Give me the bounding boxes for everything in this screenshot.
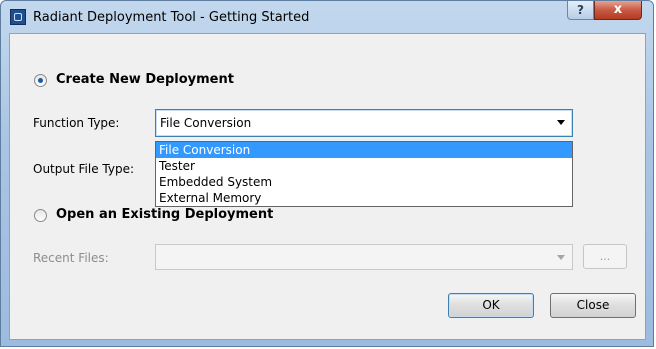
window-close-button[interactable]: x — [594, 1, 642, 20]
chevron-down-icon[interactable] — [557, 120, 565, 125]
help-button[interactable]: ? — [567, 1, 594, 20]
open-existing-deployment-radio[interactable] — [34, 209, 47, 222]
recent-files-combo[interactable] — [155, 244, 573, 270]
create-new-deployment-label[interactable]: Create New Deployment — [56, 72, 234, 87]
function-type-dropdown-list[interactable]: File Conversion Tester Embedded System E… — [155, 141, 573, 207]
ok-button[interactable]: OK — [448, 293, 534, 318]
function-type-label: Function Type: — [33, 116, 120, 130]
dropdown-option[interactable]: Embedded System — [156, 174, 572, 190]
title-bar[interactable]: Radiant Deployment Tool - Getting Starte… — [1, 1, 653, 33]
dropdown-option[interactable]: Tester — [156, 158, 572, 174]
output-file-type-label: Output File Type: — [33, 162, 134, 176]
window-title: Radiant Deployment Tool - Getting Starte… — [33, 10, 310, 25]
function-type-value: File Conversion — [160, 116, 252, 130]
create-new-deployment-radio[interactable] — [34, 74, 47, 87]
close-button[interactable]: Close — [550, 293, 636, 318]
function-type-combo[interactable]: File Conversion — [155, 109, 573, 137]
dropdown-option[interactable]: File Conversion — [156, 142, 572, 158]
open-existing-deployment-label[interactable]: Open an Existing Deployment — [56, 207, 273, 222]
recent-files-label: Recent Files: — [33, 251, 109, 265]
browse-button[interactable]: ... — [583, 244, 627, 269]
chevron-down-icon[interactable] — [557, 255, 565, 260]
dropdown-option[interactable]: External Memory — [156, 190, 572, 206]
app-icon — [10, 9, 26, 25]
